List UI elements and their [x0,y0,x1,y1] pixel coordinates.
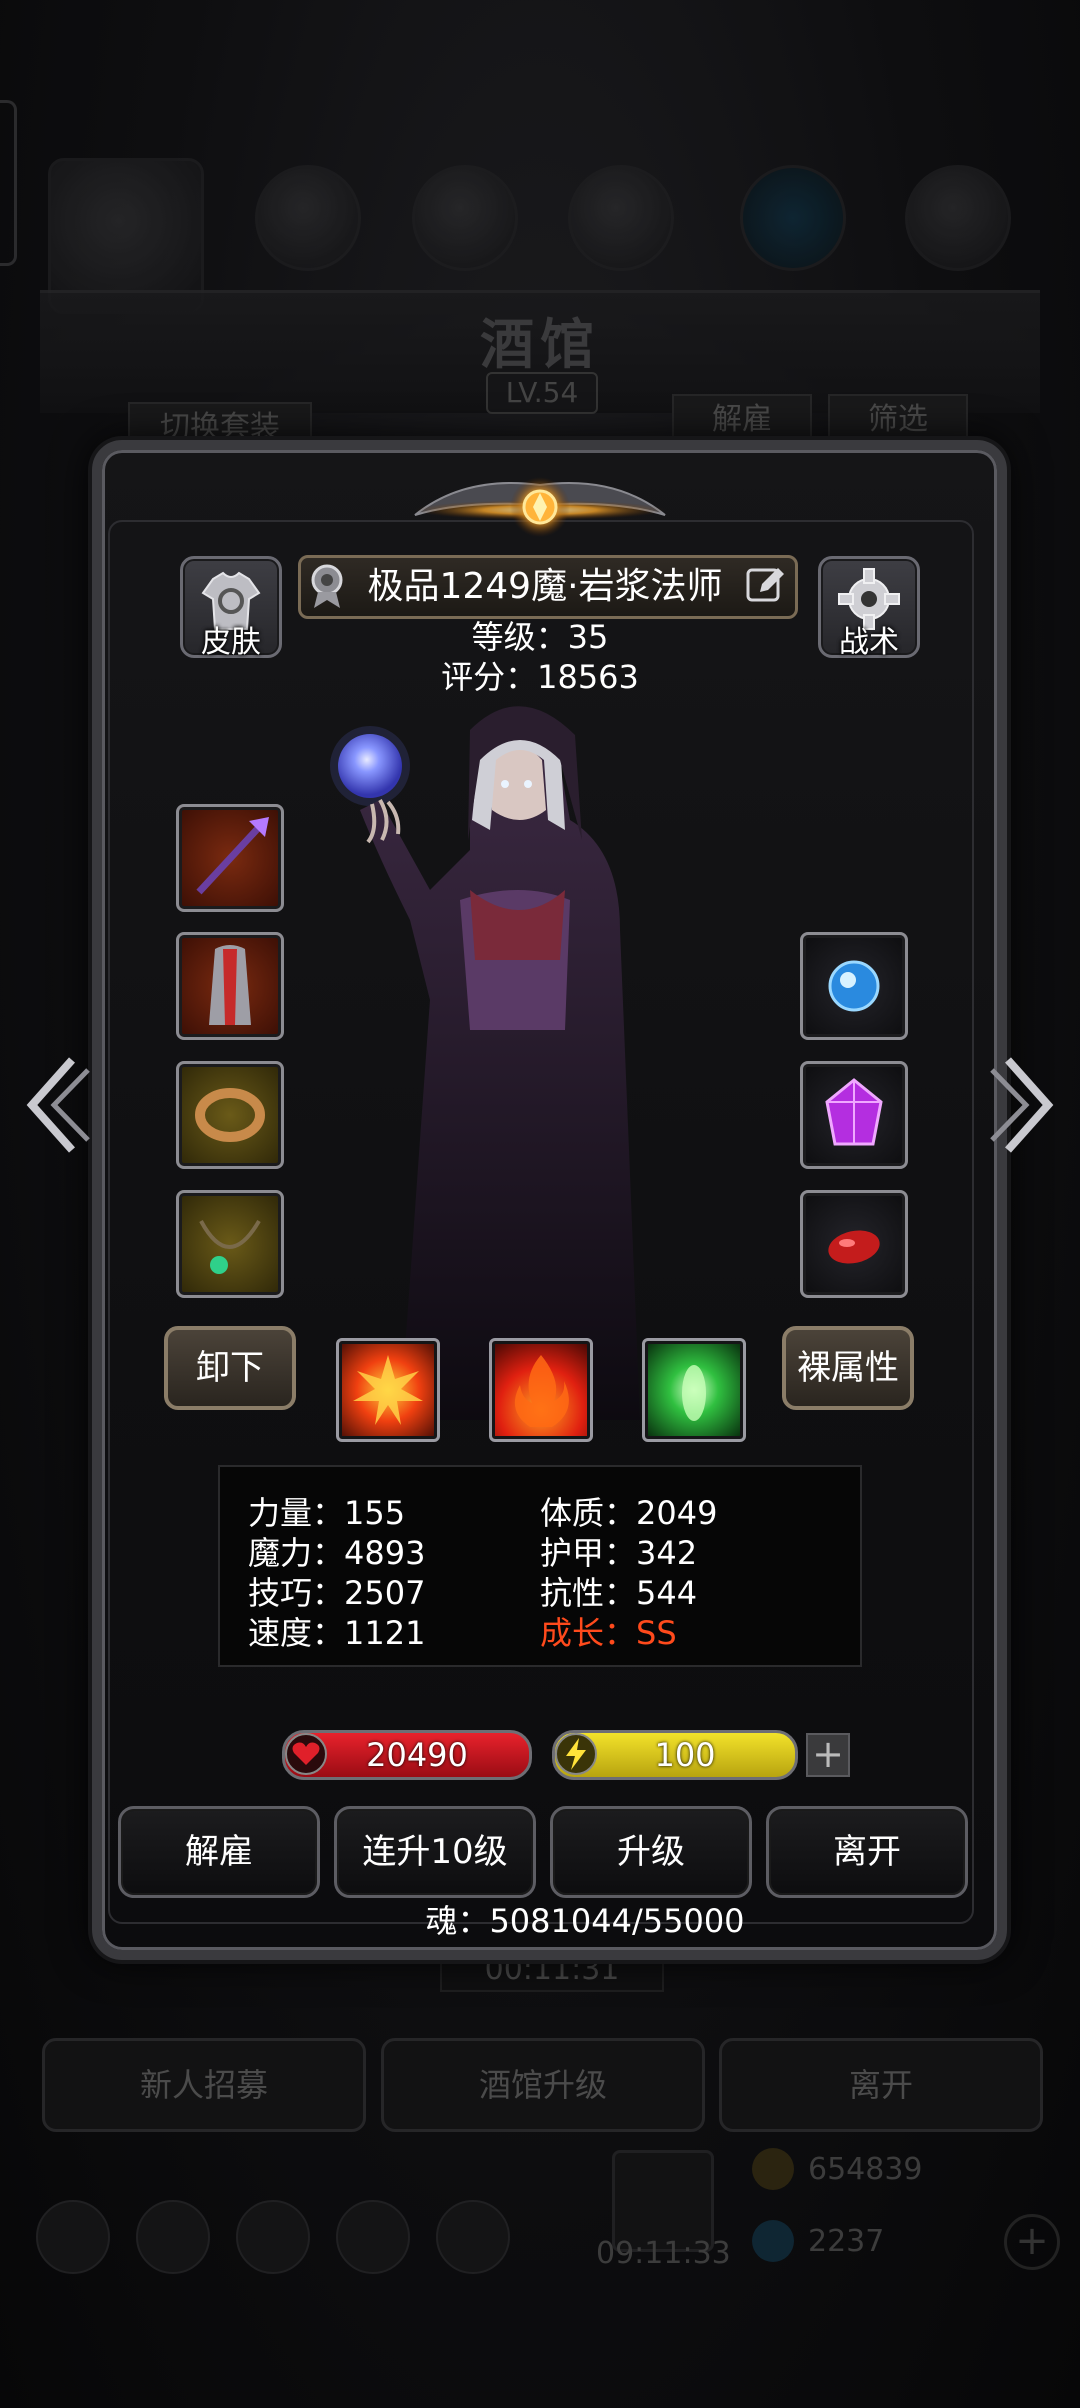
bg-recruit-button: 新人招募 [42,2038,366,2132]
skill-slot-1[interactable] [336,1338,440,1442]
rank-badge-icon [311,564,343,608]
hero-score: 评分：18563 [441,658,639,696]
skill-slot-2[interactable] [489,1338,593,1442]
explosion-icon [353,1355,423,1425]
level-up-button[interactable]: 升级 [550,1806,752,1898]
stat-growth: 成长：SS [540,1614,677,1652]
panel-crown-ornament [414,477,666,537]
ring-slot[interactable] [176,1061,284,1169]
green-flame-icon [682,1365,706,1421]
necklace-slot[interactable] [176,1190,284,1298]
purple-gem-icon [825,1078,883,1146]
leave-button[interactable]: 离开 [766,1806,968,1898]
weapon-slot[interactable] [176,804,284,912]
skill-slot-3[interactable] [642,1338,746,1442]
bg-menu-icon-5 [436,2200,510,2274]
bg-menu-icon-2 [136,2200,210,2274]
bg-gold-icon [752,2148,794,2190]
edit-name-icon[interactable] [742,562,788,608]
orb-slot[interactable] [800,932,908,1040]
red-stone-icon [828,1230,880,1264]
heart-icon [285,1733,327,1775]
add-energy-button[interactable]: + [806,1733,850,1777]
necklace-icon [199,1219,261,1274]
dismiss-button[interactable]: 解雇 [118,1806,320,1898]
bg-hero-icon-5 [740,165,846,271]
bg-add-icon: + [1004,2214,1060,2270]
bg-tavern-title: 酒馆 [480,312,600,376]
stone-slot[interactable] [800,1190,908,1298]
soul-counter: 魂：5081044/55000 [425,1902,745,1940]
armor-slot[interactable] [176,932,284,1040]
bg-timer-bottom: 09:11:33 [596,2236,731,2271]
stat-speed: 速度：1121 [248,1614,426,1652]
bg-gem-amount: 2237 [808,2224,885,2259]
bg-filter-tab: 筛选 [828,394,968,446]
bg-gold-amount: 654839 [808,2152,923,2187]
lightning-icon [555,1733,597,1775]
bg-tavern-level: LV.54 [486,372,598,414]
bg-upgrade-tavern-button: 酒馆升级 [381,2038,705,2132]
robe-icon [209,945,251,1025]
bg-leave-button: 离开 [719,2038,1043,2132]
bg-gem-icon [752,2220,794,2262]
level-up-10-button[interactable]: 连升10级 [334,1806,536,1898]
left-edge-tab [0,100,17,266]
gem-slot[interactable] [800,1061,908,1169]
bg-menu-icon-4 [336,2200,410,2274]
bg-hero-icon-2 [255,165,361,271]
bg-hero-icon-3 [412,165,518,271]
unequip-button[interactable]: 卸下 [164,1326,296,1410]
base-attributes-button[interactable]: 裸属性 [782,1326,914,1410]
bg-hero-icon-4 [568,165,674,271]
next-hero-arrow-icon[interactable] [988,1050,1068,1160]
fire-icon [514,1355,569,1427]
hero-name: 极品1249魔·岩浆法师 [367,566,723,607]
hero-portrait [330,706,640,1420]
bg-menu-icon-1 [36,2200,110,2274]
bg-hero-icon-6 [905,165,1011,271]
prev-hero-arrow-icon[interactable] [12,1050,92,1160]
staff-icon [196,817,269,895]
bg-menu-icon-3 [236,2200,310,2274]
blue-orb-icon [828,960,880,1012]
bg-dismiss-tab: 解雇 [672,394,812,446]
ring-icon [195,1088,265,1142]
